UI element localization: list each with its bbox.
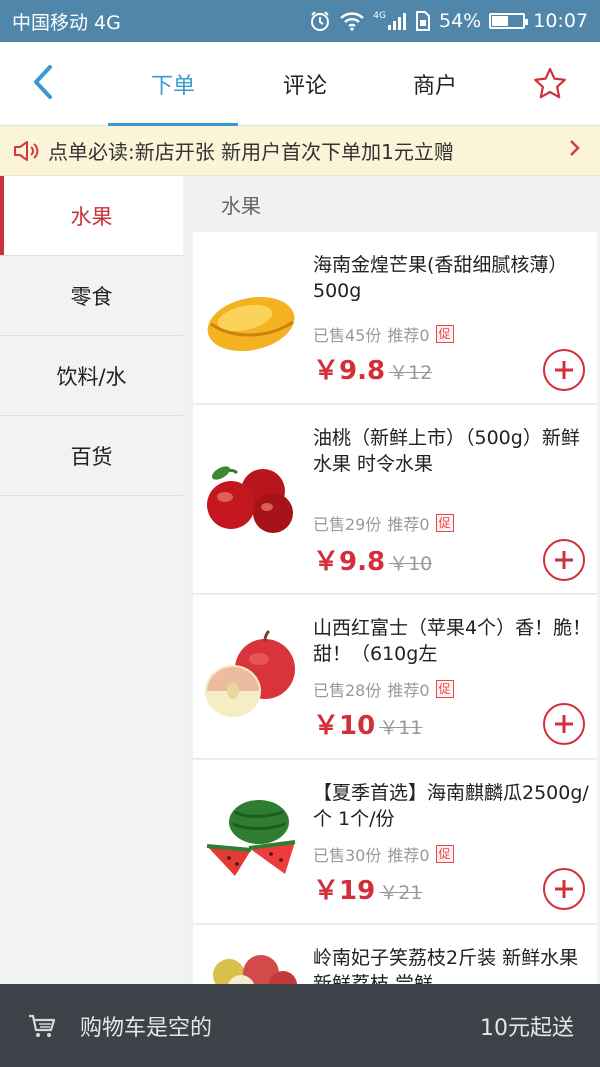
status-bar: 中国移动 4G 4G 54% 10:07	[0, 0, 600, 42]
price-row: ￥9.8 ￥12	[313, 350, 432, 387]
apple-image	[201, 625, 301, 725]
favorite-button[interactable]	[528, 62, 572, 106]
product-meta: 已售45份 推荐0 促	[313, 322, 454, 346]
add-to-cart-button[interactable]	[543, 868, 585, 910]
clock: 10:07	[533, 10, 588, 32]
original-price: ￥10	[389, 553, 433, 575]
watermelon-image	[201, 788, 301, 888]
category-goods[interactable]: 百货	[0, 416, 183, 496]
category-snacks[interactable]: 零食	[0, 256, 183, 336]
plus-icon	[555, 551, 573, 569]
price-row: ￥9.8 ￥10	[313, 541, 432, 578]
sold-count: 已售30份	[313, 846, 382, 865]
cart-empty-text: 购物车是空的	[80, 1015, 213, 1041]
category-fruit[interactable]: 水果	[0, 176, 183, 256]
battery-level-fill	[492, 16, 509, 26]
promo-badge: 促	[435, 680, 454, 698]
status-icons: 4G 54% 10:07	[309, 10, 588, 32]
wifi-icon	[339, 11, 365, 31]
original-price: ￥21	[379, 882, 423, 904]
original-price: ￥11	[379, 717, 423, 739]
speaker-icon	[12, 137, 40, 165]
recommend-count: 推荐0	[387, 326, 430, 345]
sold-count: 已售45份	[313, 326, 382, 345]
chevron-right-icon	[568, 138, 588, 164]
category-sidebar: 水果 零食 饮料/水 百货	[0, 176, 183, 984]
plus-icon	[555, 880, 573, 898]
recommend-count: 推荐0	[387, 846, 430, 865]
mango-image	[201, 266, 301, 366]
signal-icon: 4G	[373, 11, 407, 31]
battery-percent: 54%	[439, 10, 482, 32]
plus-icon	[555, 715, 573, 733]
recommend-count: 推荐0	[387, 681, 430, 700]
product-item[interactable]: 【夏季首选】海南麒麟瓜2500g/个 1个/份 已售30份 推荐0 促 ￥19 …	[193, 760, 597, 924]
recommend-count: 推荐0	[387, 515, 430, 534]
current-price: ￥9.8	[313, 356, 386, 386]
tab-reviews[interactable]: 评论	[240, 42, 370, 126]
current-price: ￥19	[313, 876, 376, 906]
add-to-cart-button[interactable]	[543, 539, 585, 581]
product-item[interactable]: 油桃（新鲜上市）（500g）新鲜水果 时令水果 已售29份 推荐0 促 ￥9.8…	[193, 405, 597, 594]
top-nav: 下单 评论 商户	[0, 42, 600, 126]
product-name: 岭南妃子笑荔枝2斤装 新鲜水果 新鲜荔枝 尝鲜	[313, 947, 579, 984]
product-item[interactable]: 海南金煌芒果(香甜细腻核薄）500g 已售45份 推荐0 促 ￥9.8 ￥12	[193, 232, 597, 404]
promo-badge: 促	[435, 514, 454, 532]
section-title: 水果	[183, 176, 600, 232]
original-price: ￥12	[389, 362, 433, 384]
current-price: ￥9.8	[313, 547, 386, 577]
promo-badge: 促	[435, 845, 454, 863]
star-icon	[534, 67, 566, 99]
alarm-icon	[309, 10, 331, 32]
current-price: ￥10	[313, 711, 376, 741]
sim-icon	[415, 11, 431, 31]
network-type-label: 4G	[373, 11, 386, 21]
battery-icon	[489, 13, 529, 29]
promo-badge: 促	[435, 325, 454, 343]
sold-count: 已售28份	[313, 681, 382, 700]
chevron-left-icon	[34, 65, 52, 99]
lychee-image	[201, 945, 301, 984]
price-row: ￥10 ￥11	[313, 705, 422, 742]
tab-order[interactable]: 下单	[108, 42, 238, 126]
plus-icon	[555, 361, 573, 379]
carrier-label: 中国移动 4G	[12, 11, 121, 34]
add-to-cart-button[interactable]	[543, 349, 585, 391]
minimum-order-label: 10元起送	[480, 1015, 574, 1041]
product-list: 水果 海南金煌芒果(香甜细腻核薄）500g 已售45份 推荐0 促 ￥9.8 ￥…	[183, 176, 600, 984]
product-name: 海南金煌芒果(香甜细腻核薄）500g	[313, 254, 568, 302]
product-name: 山西红富士（苹果4个）香！脆！甜！（610g左	[313, 617, 592, 665]
product-item[interactable]: 岭南妃子笑荔枝2斤装 新鲜水果 新鲜荔枝 尝鲜	[193, 925, 597, 984]
product-name: 【夏季首选】海南麒麟瓜2500g/个 1个/份	[313, 782, 589, 830]
cart-bar[interactable]: 购物车是空的 10元起送	[0, 984, 600, 1067]
nectarine-image	[201, 441, 301, 541]
product-meta: 已售30份 推荐0 促	[313, 842, 454, 866]
notice-text: 点单必读:新店开张 新用户首次下单加1元立赠	[48, 140, 454, 164]
price-row: ￥19 ￥21	[313, 870, 422, 907]
category-drinks[interactable]: 饮料/水	[0, 336, 183, 416]
shopping-cart-icon	[28, 1011, 58, 1041]
add-to-cart-button[interactable]	[543, 703, 585, 745]
back-button[interactable]	[22, 62, 62, 102]
product-meta: 已售29份 推荐0 促	[313, 511, 454, 535]
sold-count: 已售29份	[313, 515, 382, 534]
product-item[interactable]: 山西红富士（苹果4个）香！脆！甜！（610g左 已售28份 推荐0 促 ￥10 …	[193, 595, 597, 759]
product-name: 油桃（新鲜上市）（500g）新鲜水果 时令水果	[313, 427, 580, 475]
notice-bar[interactable]: 点单必读:新店开张 新用户首次下单加1元立赠	[0, 126, 600, 176]
product-meta: 已售28份 推荐0 促	[313, 677, 454, 701]
tab-merchant[interactable]: 商户	[370, 42, 500, 126]
